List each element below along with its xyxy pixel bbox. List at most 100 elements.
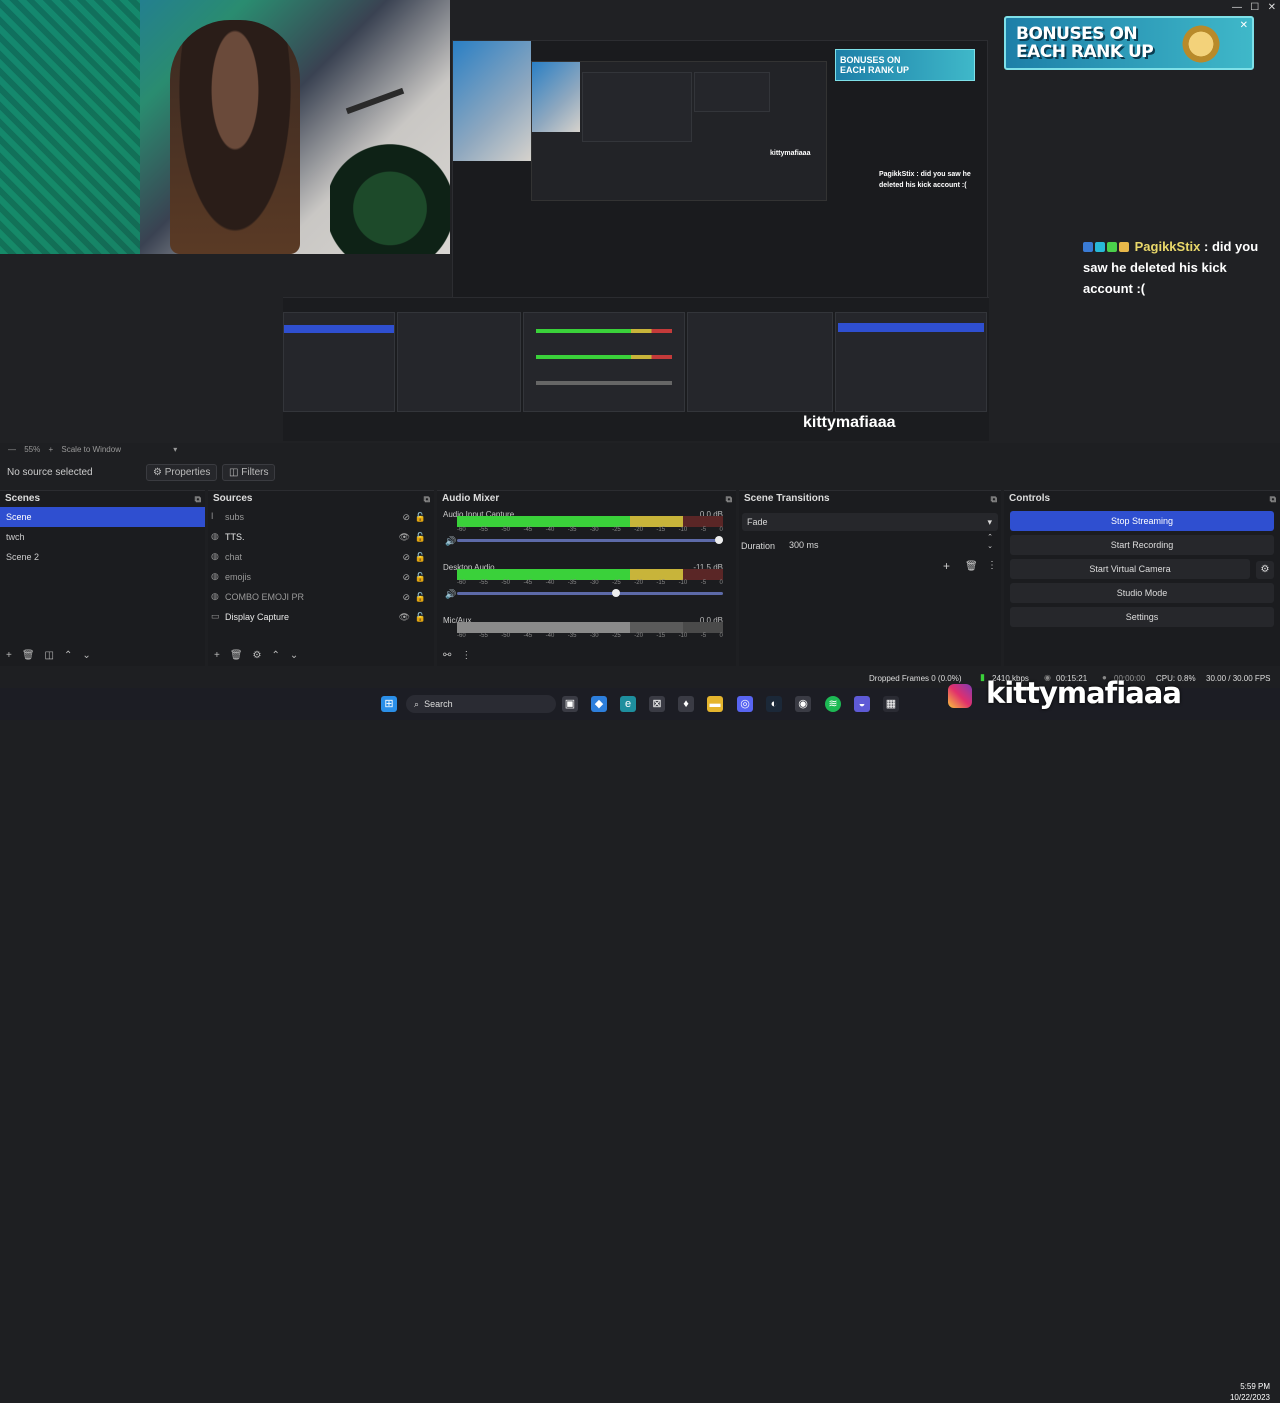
eye-off-icon[interactable]: ⊘ — [402, 507, 410, 527]
source-item[interactable]: ◍ emojis ⊘ 🔓 — [208, 567, 434, 587]
source-item[interactable]: ǀ subs ⊘ 🔓 — [208, 507, 434, 527]
banner-line2: EACH RANK UP — [1016, 42, 1154, 62]
search-icon: ⌕ — [414, 699, 420, 709]
app-icon[interactable]: ◒ — [854, 696, 870, 712]
folder-icon[interactable]: ▬ — [707, 696, 723, 712]
volume-knob[interactable] — [611, 589, 620, 597]
add-transition-icon[interactable]: + — [943, 559, 950, 573]
popout-icon[interactable]: ⧉ — [726, 491, 732, 507]
zoom-minus-icon[interactable]: — — [8, 445, 16, 454]
scene-item[interactable]: Scene — [0, 507, 205, 527]
steam-icon[interactable]: ◐ — [766, 696, 782, 712]
start-virtual-camera-button[interactable]: Start Virtual Camera — [1010, 559, 1250, 579]
start-recording-button[interactable]: Start Recording — [1010, 535, 1274, 555]
volume-knob[interactable] — [715, 536, 723, 544]
eye-off-icon[interactable]: ⊘ — [402, 587, 410, 607]
eye-icon[interactable]: 👁 — [399, 607, 410, 627]
stop-streaming-button[interactable]: Stop Streaming — [1010, 511, 1274, 531]
speaker-icon[interactable]: 🔊 — [445, 589, 456, 600]
properties-button[interactable]: ⚙ Properties — [146, 464, 218, 481]
obs-icon[interactable]: ◉ — [795, 696, 811, 712]
source-item[interactable]: ▭ Display Capture 👁 🔓 — [208, 607, 434, 627]
bonus-banner: BONUSES ON EACH RANK UP ✕ — [1004, 16, 1254, 70]
edge-icon[interactable]: e — [620, 696, 636, 712]
instagram-icon — [948, 684, 972, 708]
taskbar-search[interactable]: ⌕ Search — [406, 695, 556, 713]
speaker-icon[interactable]: 🔊 — [445, 536, 456, 547]
lock-icon[interactable]: 🔓 — [415, 567, 426, 587]
clock[interactable]: 5:59 PM 10/22/2023 — [1230, 1381, 1270, 1403]
windows-start-icon[interactable]: ⊞ — [381, 696, 397, 712]
trash-icon[interactable]: 🗑 — [965, 561, 978, 572]
eye-off-icon[interactable]: ⊘ — [402, 547, 410, 567]
lock-icon[interactable]: 🔓 — [415, 587, 426, 607]
nested-chat: PagikkStix : did you saw he deleted his … — [879, 171, 971, 189]
settings-button[interactable]: Settings — [1010, 607, 1274, 627]
transition-select[interactable]: Fade ▾ — [742, 513, 998, 531]
zoom-plus-icon[interactable]: + — [48, 445, 53, 454]
add-icon[interactable]: + — [214, 650, 220, 661]
source-item[interactable]: ◍ TTS. 👁 🔓 — [208, 527, 434, 547]
maximize-icon[interactable]: ☐ — [1250, 2, 1259, 13]
arrow-up-icon[interactable]: ⌃ — [272, 650, 280, 661]
gear-icon[interactable]: ⚙ — [253, 650, 262, 661]
popout-icon[interactable]: ⧉ — [195, 491, 201, 507]
arrow-down-icon[interactable]: ⌄ — [82, 650, 90, 661]
eye-icon[interactable]: 👁 — [399, 527, 410, 547]
source-name: emojis — [225, 572, 252, 582]
chevron-down-icon[interactable]: ▾ — [173, 445, 177, 454]
lock-icon[interactable]: 🔓 — [415, 547, 426, 567]
minimize-icon[interactable]: — — [1232, 2, 1242, 13]
source-item[interactable]: ◍ chat ⊘ 🔓 — [208, 547, 434, 567]
stepper-icon[interactable]: ⌃ ⌄ — [987, 533, 993, 551]
app-icon[interactable]: ♦ — [678, 696, 694, 712]
virtual-camera-settings-icon[interactable]: ⚙ — [1256, 561, 1274, 579]
copilot-icon[interactable]: ◆ — [591, 696, 607, 712]
volume-slider[interactable] — [457, 536, 723, 544]
close-window-icon[interactable]: ✕ — [1268, 2, 1276, 13]
popout-icon[interactable]: ⧉ — [1270, 491, 1276, 507]
duration-input[interactable]: 300 ms ⌃ ⌄ — [785, 533, 997, 554]
filter-icon[interactable]: ◫ — [45, 650, 54, 661]
eye-off-icon[interactable]: ⊘ — [402, 567, 410, 587]
source-item[interactable]: ◍ COMBO EMOJI PR ⊘ 🔓 — [208, 587, 434, 607]
scene-item[interactable]: Scene 2 — [0, 547, 205, 567]
scenes-dock: Scenes ⧉ Scene twch Scene 2 + 🗑 ◫ ⌃ ⌄ — [0, 490, 205, 666]
source-toolbar: No source selected ⚙ Properties ◫ Filter… — [0, 462, 1280, 482]
tick-label: -55 — [479, 633, 488, 639]
streamer — [170, 20, 300, 254]
volume-slider[interactable] — [457, 589, 723, 597]
lock-icon[interactable]: 🔓 — [415, 507, 426, 527]
scale-mode[interactable]: Scale to Window — [61, 445, 121, 454]
arrow-up-icon[interactable]: ⌃ — [64, 650, 72, 661]
scene-item[interactable]: twch — [0, 527, 205, 547]
store-icon[interactable]: ⊠ — [649, 696, 665, 712]
tick-label: -50 — [501, 527, 510, 533]
trash-icon[interactable]: 🗑 — [230, 650, 243, 661]
lock-icon[interactable]: 🔓 — [415, 607, 426, 627]
spotify-icon[interactable]: ≋ — [825, 696, 841, 712]
trash-icon[interactable]: 🗑 — [22, 650, 35, 661]
lock-icon[interactable]: 🔓 — [415, 527, 426, 547]
arrow-down-icon[interactable]: ⌄ — [290, 650, 298, 661]
more-icon[interactable]: ⋮ — [987, 560, 997, 571]
tick-label: -25 — [612, 527, 621, 533]
preview-canvas[interactable]: kittymafiaaa BONUSES ON EACH RANK UP Pag… — [0, 0, 1280, 443]
badge-icon — [1119, 242, 1129, 252]
browser-icon: ◍ — [211, 551, 219, 561]
studio-mode-button[interactable]: Studio Mode — [1010, 583, 1274, 603]
add-icon[interactable]: + — [6, 650, 12, 661]
popout-icon[interactable]: ⧉ — [991, 491, 997, 507]
tick-label: -40 — [545, 580, 555, 586]
discord-icon[interactable]: ◎ — [737, 696, 753, 712]
task-view-icon[interactable]: ▣ — [562, 696, 578, 712]
mixer-channel: Desktop Audio -11.5 dB -60 -55 -50 -45 -40 -35-… — [443, 563, 729, 605]
window-controls[interactable]: — ☐ ✕ — [1232, 2, 1276, 13]
tick-label: -10 — [678, 527, 688, 533]
mixer-channel: Audio Input Capture 0.0 dB -60 -55 -50 -45 -40… — [443, 510, 729, 552]
popout-icon[interactable]: ⧉ — [424, 491, 430, 507]
nested-banner-line1: BONUSES ON — [840, 55, 901, 65]
tick-label: -60 — [457, 633, 466, 639]
filters-button[interactable]: ◫ Filters — [222, 464, 276, 481]
app-icon[interactable]: ▦ — [883, 696, 899, 712]
